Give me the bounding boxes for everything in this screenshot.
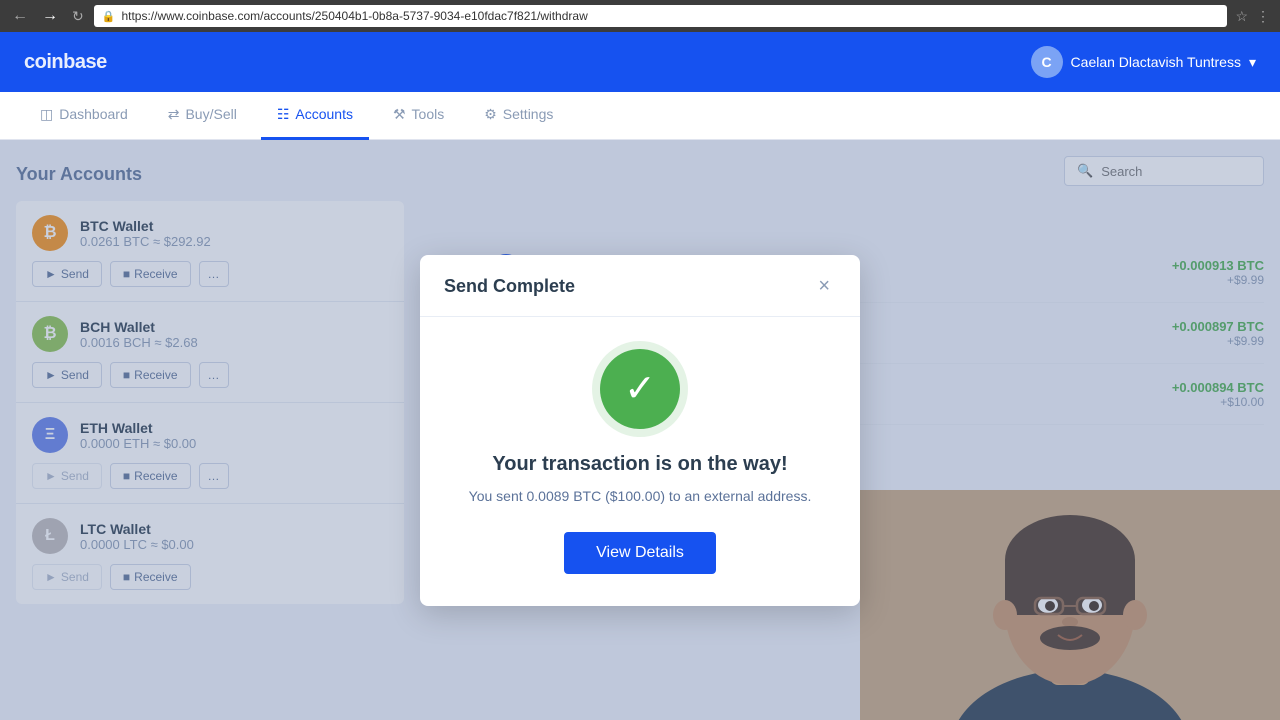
user-name: Caelan Dlactavish Tuntress [1071,54,1241,70]
nav-item-dashboard[interactable]: ◫ Dashboard [24,92,144,140]
main-content: Your Accounts ₿ BTC Wallet 0.0261 BTC ≈ … [0,140,1280,720]
modal-title: Send Complete [444,276,575,297]
nav-item-tools[interactable]: ⚒ Tools [377,92,460,140]
nav-item-buysell[interactable]: ⇄ Buy/Sell [152,92,253,140]
settings-icon: ⚙ [484,106,497,123]
star-icon[interactable]: ☆ [1233,6,1250,27]
modal-overlay: Send Complete × ✓ Your transaction is on… [0,140,1280,720]
url-text: https://www.coinbase.com/accounts/250404… [121,9,587,23]
address-bar[interactable]: 🔒 https://www.coinbase.com/accounts/2504… [94,5,1228,27]
chevron-down-icon: ▾ [1249,54,1256,71]
app-header: coinbase C Caelan Dlactavish Tuntress ▾ [0,32,1280,92]
modal-close-button[interactable]: × [812,273,836,300]
main-nav: ◫ Dashboard ⇄ Buy/Sell ☷ Accounts ⚒ Tool… [0,92,1280,140]
app-logo: coinbase [24,51,107,74]
modal-main-text: Your transaction is on the way! [444,453,836,476]
user-menu[interactable]: C Caelan Dlactavish Tuntress ▾ [1031,46,1256,78]
nav-item-accounts[interactable]: ☷ Accounts [261,92,369,140]
dashboard-icon: ◫ [40,106,53,123]
view-details-button[interactable]: View Details [564,532,716,574]
success-circle: ✓ [600,349,680,429]
checkmark-icon: ✓ [624,370,656,408]
menu-icon[interactable]: ⋮ [1254,6,1272,27]
ssl-lock-icon: 🔒 [102,10,116,23]
browser-actions: ☆ ⋮ [1233,6,1272,27]
send-complete-modal: Send Complete × ✓ Your transaction is on… [420,255,860,606]
avatar: C [1031,46,1063,78]
reload-button[interactable]: ↻ [68,6,88,27]
buysell-icon: ⇄ [168,106,180,123]
modal-header: Send Complete × [420,255,860,317]
modal-sub-text: You sent 0.0089 BTC ($100.00) to an exte… [444,488,836,504]
modal-body: ✓ Your transaction is on the way! You se… [420,317,860,606]
back-button[interactable]: ← [8,5,32,27]
forward-button[interactable]: → [38,5,62,27]
nav-item-settings[interactable]: ⚙ Settings [468,92,569,140]
tools-icon: ⚒ [393,106,406,123]
accounts-icon: ☷ [277,106,290,123]
browser-chrome: ← → ↻ 🔒 https://www.coinbase.com/account… [0,0,1280,32]
